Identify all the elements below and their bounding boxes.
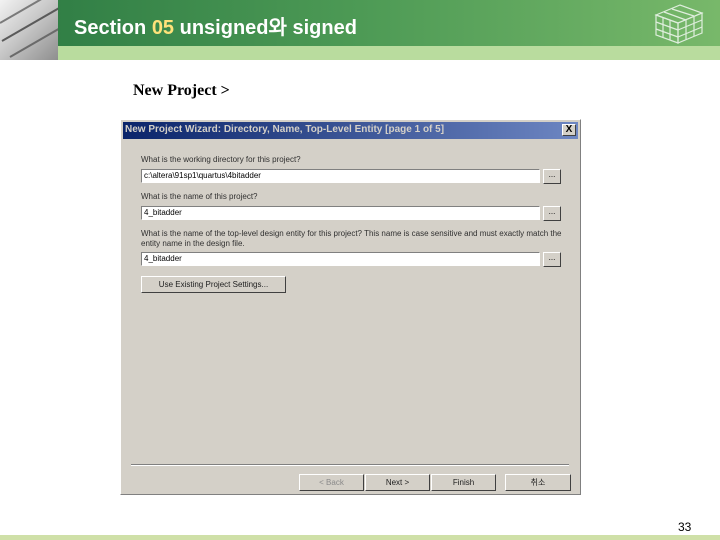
close-button[interactable]: X: [562, 124, 576, 136]
slide-title-section: Section: [74, 17, 147, 39]
back-button[interactable]: < Back: [299, 474, 364, 491]
directory-browse-button[interactable]: ...: [543, 169, 561, 184]
toplevel-browse-button[interactable]: ...: [543, 252, 561, 267]
toplevel-entity-input[interactable]: 4_bitadder: [141, 252, 540, 266]
new-project-wizard-dialog: New Project Wizard: Directory, Name, Top…: [120, 119, 581, 495]
directory-question: What is the working directory for this p…: [141, 155, 301, 164]
cancel-button[interactable]: 취소: [505, 474, 571, 491]
dialog-title: New Project Wizard: Directory, Name, Top…: [125, 124, 445, 135]
dialog-separator: [131, 464, 569, 466]
name-browse-button[interactable]: ...: [543, 206, 561, 221]
slide-title-rest: unsigned와 signed: [179, 17, 357, 39]
use-existing-settings-button[interactable]: Use Existing Project Settings...: [141, 276, 286, 293]
dialog-titlebar: New Project Wizard: Directory, Name, Top…: [123, 122, 578, 139]
page-number: 33: [678, 520, 692, 534]
finish-button[interactable]: Finish: [431, 474, 496, 491]
header-band: [58, 46, 720, 60]
next-button[interactable]: Next >: [365, 474, 430, 491]
slide-title: Section 05 unsigned와 signed: [74, 11, 357, 40]
name-question: What is the name of this project?: [141, 192, 258, 201]
slide-title-number: 05: [151, 17, 175, 39]
subheading: New Project >: [133, 82, 230, 99]
footer-line: [0, 535, 720, 540]
header-photo: [0, 0, 58, 60]
cube-logo-icon: [654, 4, 704, 44]
project-name-input[interactable]: 4_bitadder: [141, 206, 540, 220]
toplevel-question: What is the name of the top-level design…: [141, 229, 562, 248]
directory-input[interactable]: c:\altera\91sp1\quartus\4bitadder: [141, 169, 540, 183]
